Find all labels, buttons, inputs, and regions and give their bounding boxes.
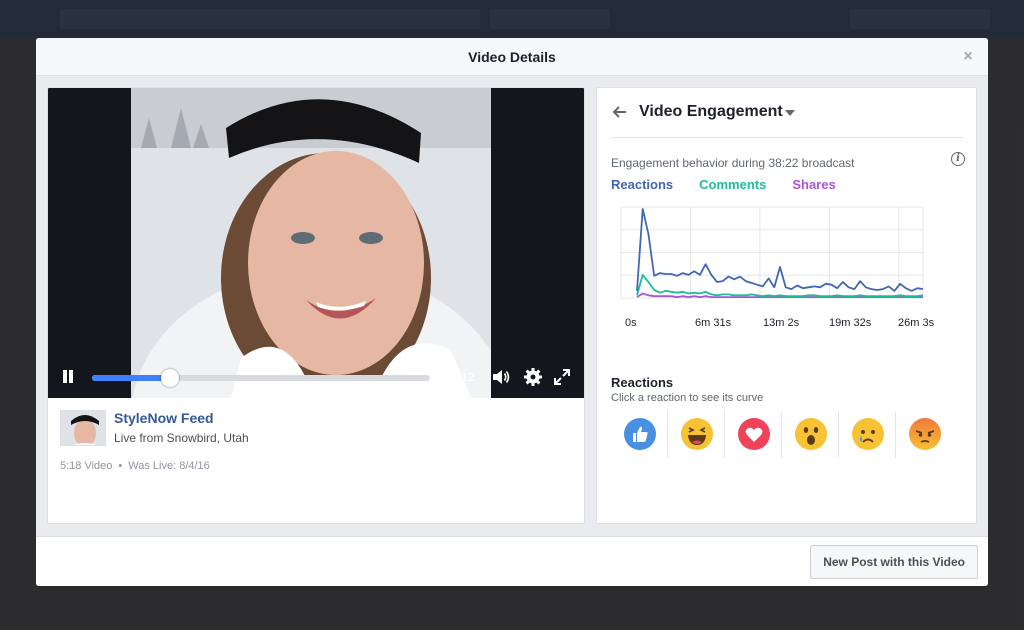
reaction-like[interactable]: [611, 412, 668, 458]
reactions-subtitle: Click a reaction to see its curve: [611, 392, 764, 404]
avatar-image: [61, 411, 105, 445]
close-icon[interactable]: ×: [958, 47, 978, 67]
chart-x-tick-label: 26m 3s: [898, 317, 935, 329]
modal-title: Video Details: [468, 49, 556, 65]
engagement-description: Engagement behavior during 38:22 broadca…: [611, 156, 855, 170]
video-meta: 5:18 Video • Was Live: 8/4/16: [60, 460, 210, 472]
page-avatar[interactable]: [60, 410, 106, 446]
engagement-chart[interactable]: 0s 6m 31s 13m 2s 19m 32s 26m 3s: [611, 203, 951, 343]
time-remaining: -00:12: [440, 370, 475, 384]
was-live-date: Was Live: 8/4/16: [128, 460, 210, 472]
chart-x-tick-label: 6m 31s: [695, 317, 732, 329]
reaction-selector: [611, 412, 957, 458]
video-controls: -00:12: [48, 358, 584, 398]
chart-x-tick-label: 0s: [625, 317, 637, 329]
legend-reactions[interactable]: Reactions: [611, 177, 673, 192]
video-frame[interactable]: [131, 88, 491, 398]
page-name-link[interactable]: StyleNow Feed: [114, 410, 214, 426]
video-progress-fill: [92, 375, 170, 381]
engagement-title[interactable]: Video Engagement: [639, 103, 783, 121]
wow-icon: [795, 418, 827, 450]
pause-icon[interactable]: [60, 369, 76, 385]
video-duration: 5:18 Video: [60, 460, 113, 472]
legend-shares[interactable]: Shares: [792, 177, 835, 192]
chart-x-tick-label: 19m 32s: [829, 317, 872, 329]
chart-x-tick-label: 13m 2s: [763, 317, 800, 329]
reaction-sad[interactable]: [839, 412, 896, 458]
modal-footer: New Post with this Video: [36, 536, 988, 586]
legend-comments[interactable]: Comments: [699, 177, 766, 192]
reaction-angry[interactable]: [896, 412, 953, 458]
reaction-love[interactable]: [725, 412, 782, 458]
page-info: StyleNow Feed Live from Snowbird, Utah: [60, 410, 570, 450]
modal-header: Video Details ×: [36, 38, 988, 76]
video-still-image: [131, 88, 491, 398]
video-player[interactable]: -00:12: [48, 88, 584, 398]
reaction-wow[interactable]: [782, 412, 839, 458]
chart-series-reactions[interactable]: [636, 208, 924, 292]
like-icon: [624, 418, 656, 450]
new-post-button[interactable]: New Post with this Video: [810, 545, 978, 579]
love-icon: [738, 418, 770, 450]
modal-body: -00:12 StyleNow Feed Live from Snowbird,…: [36, 76, 988, 536]
volume-icon[interactable]: [490, 366, 512, 388]
back-arrow-icon[interactable]: [611, 104, 627, 120]
meta-separator: •: [118, 460, 123, 472]
engagement-header: Video Engagement: [611, 102, 964, 138]
reactions-title: Reactions: [611, 375, 674, 390]
chart-series-comments[interactable]: [636, 274, 924, 298]
video-progress-bar[interactable]: [92, 369, 430, 387]
chevron-down-icon[interactable]: [785, 109, 795, 117]
reaction-haha[interactable]: [668, 412, 725, 458]
fullscreen-icon[interactable]: [551, 366, 573, 388]
haha-icon: [681, 418, 713, 450]
chart-legend: Reactions Comments Shares: [611, 176, 862, 194]
sad-icon: [852, 418, 884, 450]
page-location: Live from Snowbird, Utah: [114, 431, 249, 445]
angry-icon: [909, 418, 941, 450]
video-progress-handle[interactable]: [160, 369, 179, 387]
engagement-card: Video Engagement Engagement behavior dur…: [596, 87, 977, 524]
info-icon[interactable]: i: [951, 152, 965, 166]
video-details-modal: Video Details × -00:12 StyleNow Feed Liv…: [36, 38, 988, 586]
gear-icon[interactable]: [522, 366, 544, 388]
video-card: -00:12 StyleNow Feed Live from Snowbird,…: [47, 87, 585, 524]
